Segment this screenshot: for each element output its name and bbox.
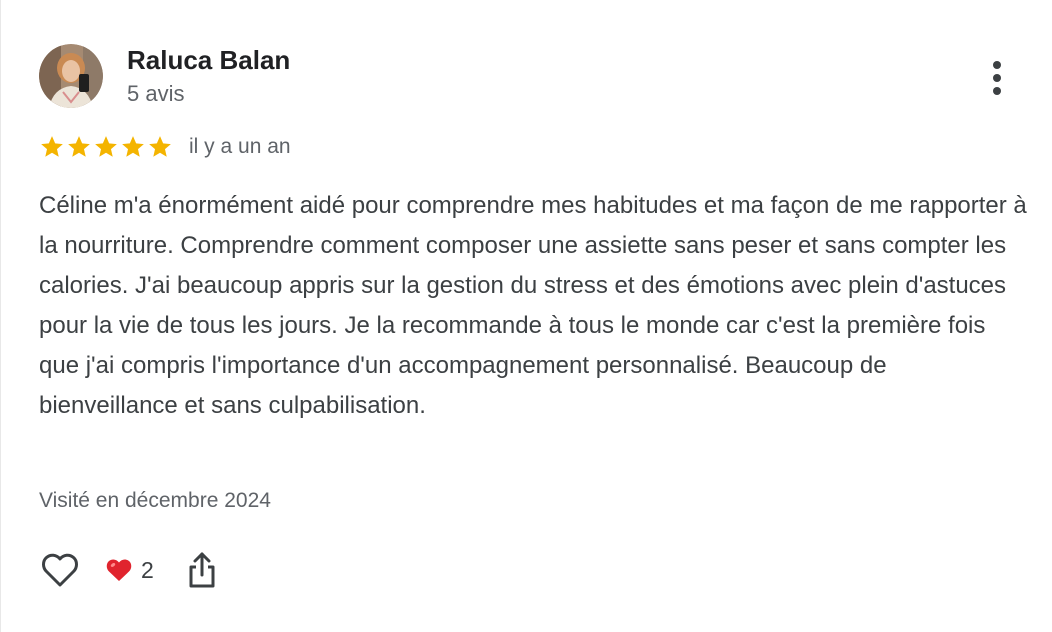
star-icon — [95, 136, 117, 157]
avatar[interactable] — [39, 44, 103, 108]
visit-info: Visité en décembre 2024 — [39, 489, 271, 512]
avatar-image — [39, 44, 103, 108]
review-text: Céline m'a énormément aidé pour comprend… — [39, 192, 1027, 419]
rating-row: il y a un an — [39, 132, 291, 162]
red-heart-icon — [106, 559, 132, 581]
star-rating — [39, 134, 173, 160]
review-actions: 2 — [39, 548, 220, 592]
star-icon — [149, 136, 171, 157]
star-icon — [41, 136, 63, 157]
more-options-button[interactable] — [979, 56, 1015, 100]
like-button[interactable] — [39, 549, 81, 591]
reviewer-name[interactable]: Raluca Balan — [127, 44, 290, 76]
review-card: Raluca Balan 5 avis il y a un an Céline … — [0, 0, 1052, 632]
star-icon — [68, 136, 90, 157]
reaction-count: 2 — [141, 556, 154, 583]
review-count: 5 avis — [127, 81, 185, 106]
reaction[interactable]: 2 — [105, 557, 154, 584]
share-button[interactable] — [184, 549, 220, 591]
more-vertical-icon — [993, 61, 1001, 95]
review-date: il y a un an — [189, 135, 291, 158]
heart-outline-icon — [42, 553, 78, 587]
star-icon — [122, 136, 144, 157]
share-icon — [189, 552, 215, 588]
